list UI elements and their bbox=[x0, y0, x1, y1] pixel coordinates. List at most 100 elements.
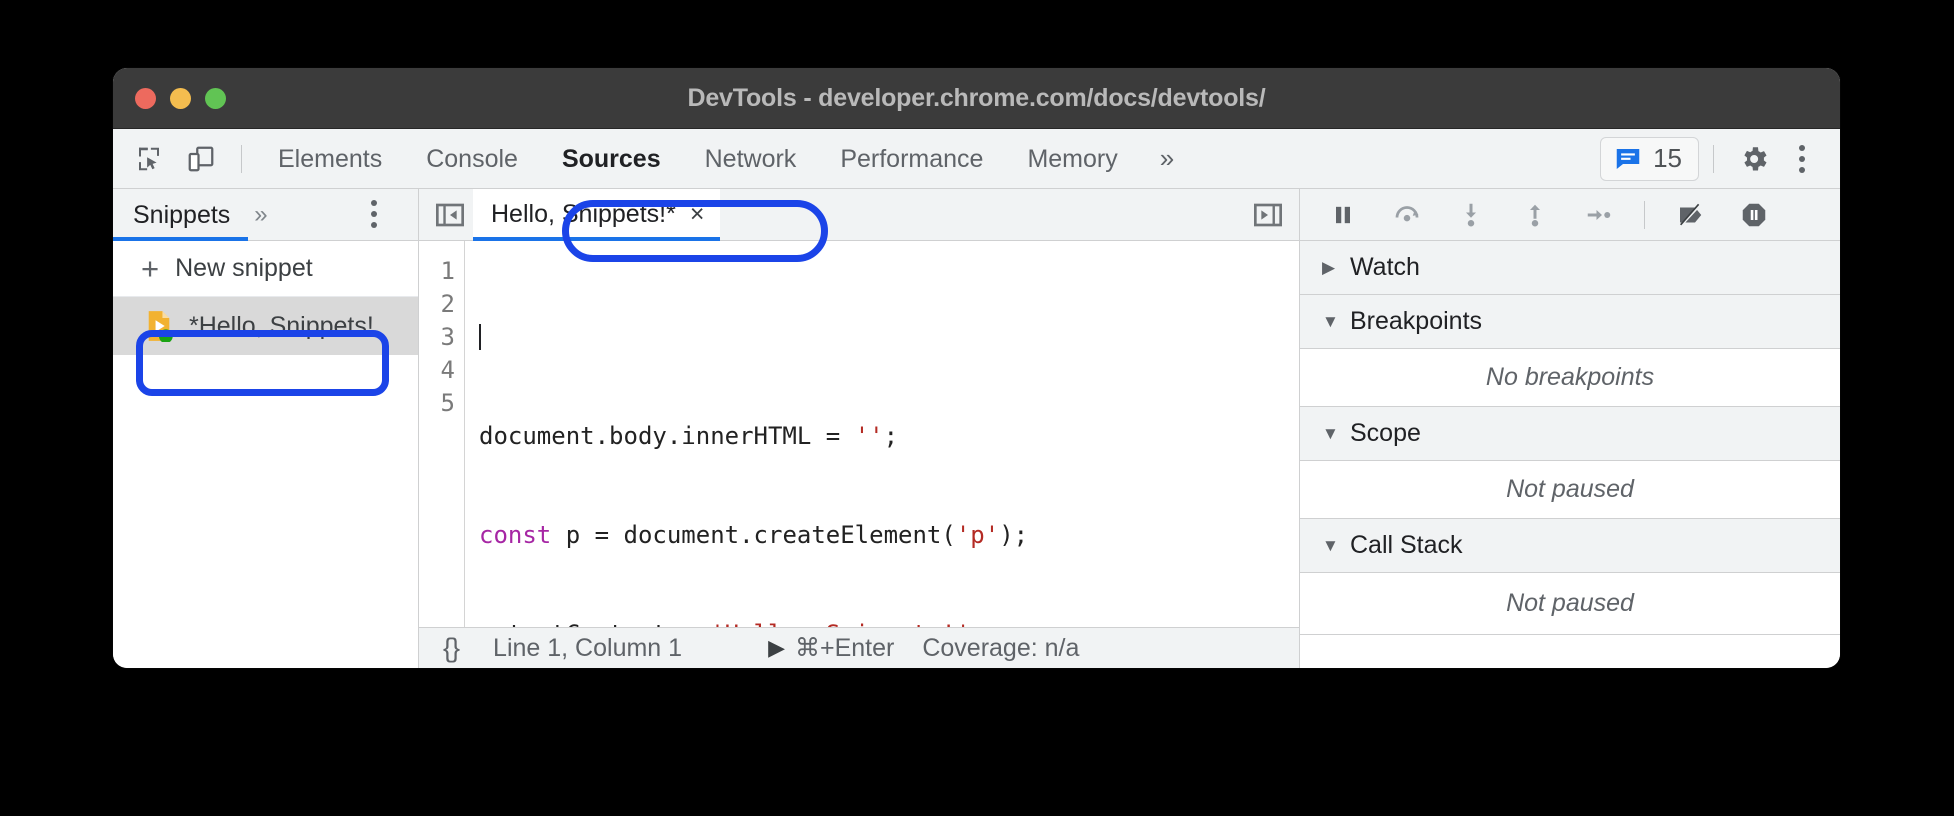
inspect-element-icon[interactable] bbox=[123, 136, 175, 182]
section-label: Watch bbox=[1350, 253, 1420, 281]
editor-tab-hello-snippets[interactable]: Hello, Snippets!* × bbox=[473, 188, 721, 241]
pause-on-exceptions-icon bbox=[1742, 203, 1766, 226]
tab-sources[interactable]: Sources bbox=[540, 130, 683, 188]
device-toolbar-icon[interactable] bbox=[175, 136, 227, 182]
message-bubble-icon bbox=[1616, 148, 1640, 169]
chevron-right-icon: ▶ bbox=[1322, 257, 1336, 277]
section-label: Breakpoints bbox=[1350, 307, 1483, 335]
step-button[interactable] bbox=[1570, 192, 1628, 238]
cursor-position: Line 1, Column 1 bbox=[493, 633, 683, 662]
code-token: document.body.innerHTML = bbox=[479, 422, 855, 450]
code-editor[interactable]: 1 2 3 4 5 document.body.innerHTML = ''; … bbox=[419, 241, 1299, 628]
editor-tab-label: Hello, Snippets!* bbox=[491, 200, 676, 228]
run-triangle-icon[interactable]: ▶ bbox=[768, 635, 795, 661]
tab-performance[interactable]: Performance bbox=[818, 130, 1005, 188]
navigator-kebab-menu-icon[interactable] bbox=[352, 200, 396, 228]
section-header-watch[interactable]: ▶ Watch bbox=[1300, 241, 1840, 295]
call-stack-empty-state: Not paused bbox=[1300, 573, 1840, 635]
code-line bbox=[479, 321, 1299, 354]
step-over-icon bbox=[1395, 205, 1419, 221]
section-header-scope[interactable]: ▼ Scope bbox=[1300, 407, 1840, 461]
show-debugger-icon[interactable] bbox=[1245, 199, 1291, 231]
kebab-menu-icon[interactable] bbox=[1780, 144, 1824, 173]
resume-pause-button[interactable] bbox=[1314, 192, 1372, 238]
navigator-tabbar: Snippets » bbox=[113, 189, 418, 241]
code-token-string: '' bbox=[854, 422, 884, 450]
devtools-window: DevTools - developer.chrome.com/docs/dev… bbox=[113, 68, 1840, 668]
window-title: DevTools - developer.chrome.com/docs/dev… bbox=[687, 83, 1266, 112]
pretty-print-braces-icon[interactable]: {} bbox=[443, 633, 493, 664]
step-out-icon bbox=[1530, 204, 1540, 226]
show-navigator-icon[interactable] bbox=[427, 199, 473, 231]
panel-tabs: Elements Console Sources Network Perform… bbox=[256, 130, 1194, 188]
chevron-down-icon: ▼ bbox=[1322, 423, 1339, 443]
line-number: 2 bbox=[440, 290, 455, 318]
section-label: Call Stack bbox=[1350, 531, 1463, 559]
list-item-label: *Hello, Snippets! bbox=[189, 311, 374, 340]
code-line: document.body.innerHTML = ''; bbox=[479, 420, 1299, 453]
line-number: 4 bbox=[440, 356, 455, 384]
gear-icon[interactable] bbox=[1728, 136, 1780, 182]
section-label: Scope bbox=[1350, 419, 1421, 447]
section-header-call-stack[interactable]: ▼ Call Stack bbox=[1300, 519, 1840, 573]
maximize-window-button[interactable] bbox=[205, 87, 226, 109]
screenshot-stage: DevTools - developer.chrome.com/docs/dev… bbox=[0, 0, 1954, 816]
devtools-body: Snippets » + New snippet *Hello, Snippet… bbox=[113, 188, 1840, 668]
message-count: 15 bbox=[1653, 143, 1682, 173]
deactivate-breakpoints-icon bbox=[1679, 203, 1702, 227]
breakpoints-empty-state: No breakpoints bbox=[1300, 349, 1840, 407]
toolbar-divider-2 bbox=[1713, 144, 1714, 173]
scope-empty-state: Not paused bbox=[1300, 461, 1840, 519]
navigator-pane: Snippets » + New snippet *Hello, Snippet… bbox=[113, 189, 419, 668]
traffic-light-group bbox=[113, 87, 226, 109]
toolbar-divider bbox=[241, 144, 242, 173]
new-snippet-button[interactable]: + New snippet bbox=[113, 241, 418, 297]
step-into-button[interactable] bbox=[1442, 192, 1500, 238]
code-token-string: 'p' bbox=[955, 521, 1000, 549]
status-badge[interactable]: 15 bbox=[1600, 136, 1699, 181]
code-content[interactable]: document.body.innerHTML = ''; const p = … bbox=[465, 241, 1299, 627]
code-token-keyword: const bbox=[479, 521, 552, 549]
window-titlebar: DevTools - developer.chrome.com/docs/dev… bbox=[113, 68, 1840, 129]
code-token: p.textContent = bbox=[479, 620, 710, 627]
tab-memory[interactable]: Memory bbox=[1005, 130, 1139, 188]
step-over-button[interactable] bbox=[1378, 192, 1436, 238]
chevron-down-icon: ▼ bbox=[1322, 311, 1339, 331]
line-number-gutter: 1 2 3 4 5 bbox=[419, 241, 465, 628]
plus-icon: + bbox=[141, 251, 160, 286]
minimize-window-button[interactable] bbox=[170, 87, 191, 109]
debugger-sidebar: ▶ Watch ▼ Breakpoints No breakpoints ▼ S… bbox=[1300, 189, 1840, 668]
line-number: 1 bbox=[440, 257, 455, 285]
sidebar-item-snippets[interactable]: Snippets bbox=[113, 189, 249, 241]
tab-console[interactable]: Console bbox=[404, 130, 540, 188]
code-token: ; bbox=[970, 620, 984, 627]
step-into-icon bbox=[1466, 203, 1476, 226]
code-token: ); bbox=[999, 521, 1029, 549]
code-line: const p = document.createElement('p'); bbox=[479, 519, 1299, 552]
snippet-file-icon bbox=[145, 310, 173, 344]
editor-pane: Hello, Snippets!* × 1 2 3 4 5 document.b… bbox=[419, 188, 1300, 668]
close-window-button[interactable] bbox=[135, 87, 156, 109]
editor-statusbar: {} Line 1, Column 1 ▶ ⌘+Enter Coverage: … bbox=[419, 627, 1299, 668]
list-item[interactable]: *Hello, Snippets! bbox=[113, 297, 418, 355]
text-caret bbox=[479, 324, 481, 350]
line-number: 3 bbox=[440, 323, 455, 351]
step-icon bbox=[1587, 209, 1611, 220]
debugger-toolbar-divider bbox=[1644, 200, 1645, 229]
tab-network[interactable]: Network bbox=[683, 130, 819, 188]
section-header-breakpoints[interactable]: ▼ Breakpoints bbox=[1300, 295, 1840, 349]
line-number: 5 bbox=[440, 389, 455, 417]
pause-on-exceptions-button[interactable] bbox=[1725, 192, 1783, 238]
step-out-button[interactable] bbox=[1506, 192, 1564, 238]
close-icon[interactable]: × bbox=[690, 202, 705, 227]
deactivate-breakpoints-button[interactable] bbox=[1661, 192, 1719, 238]
new-snippet-label: New snippet bbox=[175, 254, 313, 282]
more-tabs-chevron-icon[interactable]: » bbox=[1140, 143, 1194, 174]
editor-tabbar: Hello, Snippets!* × bbox=[419, 188, 1299, 241]
tab-elements[interactable]: Elements bbox=[256, 130, 404, 188]
run-shortcut-label: ⌘+Enter bbox=[794, 634, 895, 663]
coverage-label: Coverage: n/a bbox=[922, 633, 1080, 662]
code-line: p.textContent = 'Hello, Snippets!'; bbox=[479, 618, 1299, 627]
navigator-more-tabs-chevron-icon[interactable]: » bbox=[248, 201, 273, 229]
code-token: ; bbox=[883, 422, 899, 450]
